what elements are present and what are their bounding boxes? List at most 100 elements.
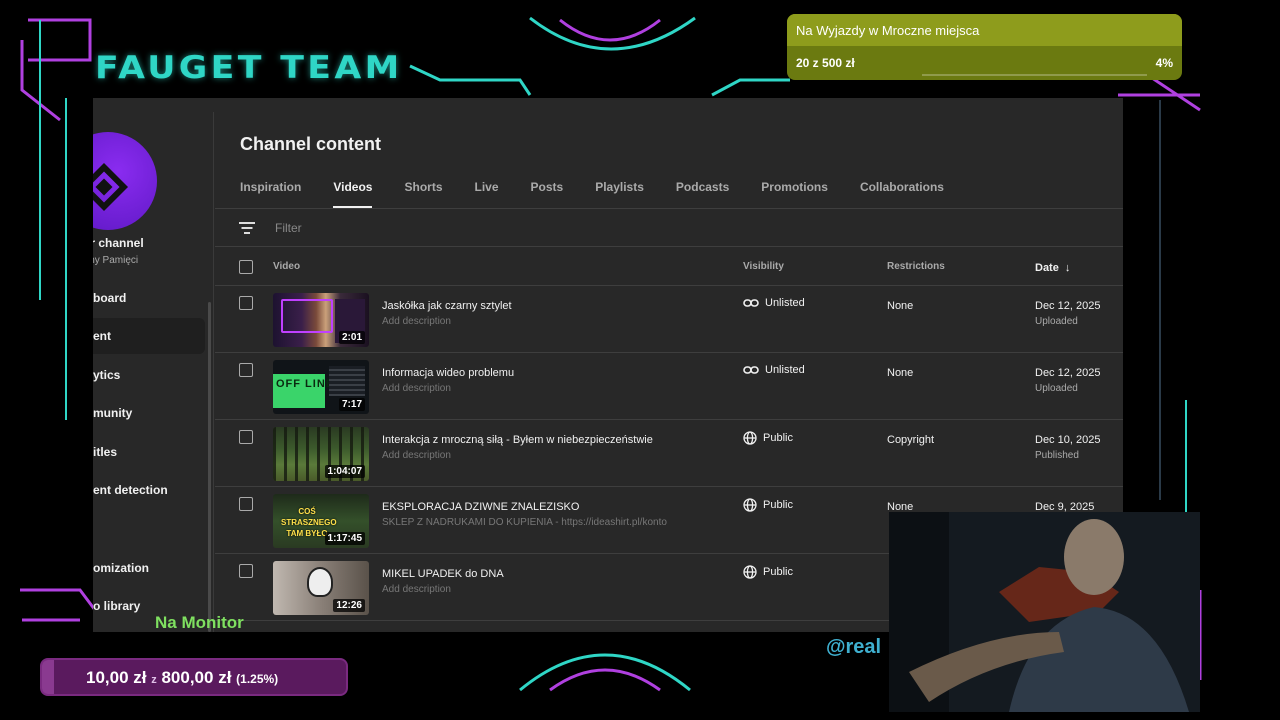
sidebar-item-dashboard[interactable]: board (93, 280, 205, 316)
goal-target: 800,00 zł (161, 668, 232, 687)
team-logo: FAUGET TEAM (95, 50, 403, 86)
sidebar-item-label: ent detection (93, 483, 168, 497)
visibility-cell[interactable]: Public (743, 431, 793, 445)
visibility-label: Public (763, 432, 793, 444)
video-description[interactable]: SKLEP Z NADRUKAMI DO KUPIENIA - https://… (382, 517, 667, 528)
goal-percent: (1.25%) (236, 672, 279, 686)
table-row[interactable]: 2:01 Jaskółka jak czarny sztylet Add des… (215, 286, 1123, 353)
restrictions-cell[interactable]: Copyright (887, 434, 934, 446)
channel-avatar[interactable] (93, 132, 157, 230)
row-checkbox[interactable] (239, 564, 253, 578)
sidebar-item-content[interactable]: ent (93, 318, 205, 354)
globe-icon (743, 498, 757, 512)
row-checkbox[interactable] (239, 430, 253, 444)
donation-goal-bottom: 10,00 zł z 800,00 zł (1.25%) (40, 658, 348, 696)
content-tabs: Inspiration Videos Shorts Live Posts Pla… (240, 180, 976, 208)
streamer-handle: @real (826, 636, 882, 658)
monitor-label: Na Monitor (155, 613, 244, 632)
webcam-feed (889, 512, 1200, 712)
tab-videos[interactable]: Videos (333, 180, 373, 208)
thumbnail-frame (281, 299, 333, 333)
sidebar-item-label: board (93, 291, 127, 305)
row-checkbox[interactable] (239, 363, 253, 377)
table-row[interactable]: 1:04:07 Interakcja z mroczną siłą - Byłe… (215, 420, 1123, 487)
video-thumbnail[interactable]: OFF LINE 7:17 (273, 360, 369, 414)
column-header-date[interactable]: Date ↓ (1035, 262, 1070, 274)
video-thumbnail[interactable]: 1:04:07 (273, 427, 369, 481)
sidebar-item-content-detection[interactable]: ent detection (93, 472, 205, 508)
video-thumbnail[interactable]: 12:26 (273, 561, 369, 615)
goal-raised: 10,00 zł (86, 668, 147, 687)
video-description[interactable]: Add description (382, 584, 451, 595)
skull-icon (307, 567, 333, 597)
visibility-label: Unlisted (765, 297, 805, 309)
channel-subtitle: iny Pamięci (93, 255, 139, 266)
visibility-cell[interactable]: Unlisted (743, 364, 805, 376)
video-duration: 2:01 (338, 331, 365, 344)
video-title[interactable]: Jaskółka jak czarny sztylet (382, 300, 512, 312)
table-header: Video Visibility Restrictions Date ↓ (215, 248, 1123, 286)
goal-title: Na Wyjazdy w Mroczne miejsca (796, 23, 980, 38)
sidebar-scrollbar[interactable] (208, 302, 211, 632)
sidebar-item-community[interactable]: munity (93, 395, 205, 431)
sidebar-item-label: ytics (93, 368, 121, 382)
globe-icon (743, 565, 757, 579)
sidebar: ur channel iny Pamięci board ent ytics m… (93, 112, 214, 632)
channel-name: ur channel (93, 236, 144, 250)
tab-promotions[interactable]: Promotions (761, 180, 828, 208)
sidebar-item-analytics[interactable]: ytics (93, 357, 205, 393)
goal-progress-track (922, 74, 1147, 76)
video-title[interactable]: MIKEL UPADEK do DNA (382, 568, 504, 580)
column-header-video[interactable]: Video (273, 261, 300, 272)
table-row[interactable]: OFF LINE 7:17 Informacja wideo problemu … (215, 353, 1123, 420)
video-description[interactable]: Add description (382, 383, 451, 394)
thumbnail-screen-lines (329, 366, 365, 396)
filter-bar (215, 209, 1123, 247)
column-header-visibility[interactable]: Visibility (743, 261, 784, 272)
video-description[interactable]: Add description (382, 316, 451, 327)
visibility-label: Public (763, 566, 793, 578)
visibility-cell[interactable]: Public (743, 565, 793, 579)
donation-goal-top: Na Wyjazdy w Mroczne miejsca 20 z 500 zł… (787, 14, 1182, 80)
sidebar-item-label: munity (93, 406, 133, 420)
row-checkbox[interactable] (239, 296, 253, 310)
sidebar-item-subtitles[interactable]: itles (93, 434, 205, 470)
thumbnail-text: OFF LINE (276, 378, 335, 390)
row-checkbox[interactable] (239, 497, 253, 511)
column-header-restrictions[interactable]: Restrictions (887, 261, 945, 272)
goal-text: 10,00 zł z 800,00 zł (1.25%) (86, 668, 278, 688)
video-title[interactable]: EKSPLORACJA DZIWNE ZNALEZISKO (382, 501, 579, 513)
video-thumbnail[interactable]: 2:01 (273, 293, 369, 347)
sidebar-item-label: omization (93, 561, 149, 575)
goal-progress-fill (42, 660, 55, 694)
tab-posts[interactable]: Posts (531, 180, 564, 208)
select-all-checkbox[interactable] (239, 260, 253, 274)
video-description[interactable]: Add description (382, 450, 451, 461)
page-title: Channel content (240, 134, 382, 154)
date-cell: Dec 10, 2025 (1035, 434, 1101, 446)
tab-podcasts[interactable]: Podcasts (676, 180, 729, 208)
sidebar-item-label: itles (93, 445, 118, 459)
sidebar-item-label: ent (93, 329, 111, 343)
filter-input[interactable] (275, 218, 575, 238)
video-duration: 1:04:07 (324, 465, 365, 478)
filter-icon[interactable] (239, 222, 255, 234)
visibility-cell[interactable]: Unlisted (743, 297, 805, 309)
link-icon (743, 366, 759, 374)
date-cell: Dec 12, 2025 (1035, 367, 1101, 379)
arrow-down-icon: ↓ (1064, 262, 1071, 274)
goal-amount: 20 z 500 zł (796, 56, 855, 70)
video-title[interactable]: Interakcja z mroczną siłą - Byłem w nieb… (382, 434, 653, 446)
tab-live[interactable]: Live (475, 180, 499, 208)
date-status: Uploaded (1035, 383, 1078, 394)
tab-playlists[interactable]: Playlists (595, 180, 644, 208)
tab-shorts[interactable]: Shorts (404, 180, 442, 208)
video-thumbnail[interactable]: COŚ STRASZNEGO TAM BYŁO 1:17:45 (273, 494, 369, 548)
globe-icon (743, 431, 757, 445)
tab-collaborations[interactable]: Collaborations (860, 180, 944, 208)
visibility-cell[interactable]: Public (743, 498, 793, 512)
video-title[interactable]: Informacja wideo problemu (382, 367, 514, 379)
sidebar-item-customization[interactable]: omization (93, 550, 205, 586)
tab-inspiration[interactable]: Inspiration (240, 180, 301, 208)
video-duration: 12:26 (333, 599, 365, 612)
